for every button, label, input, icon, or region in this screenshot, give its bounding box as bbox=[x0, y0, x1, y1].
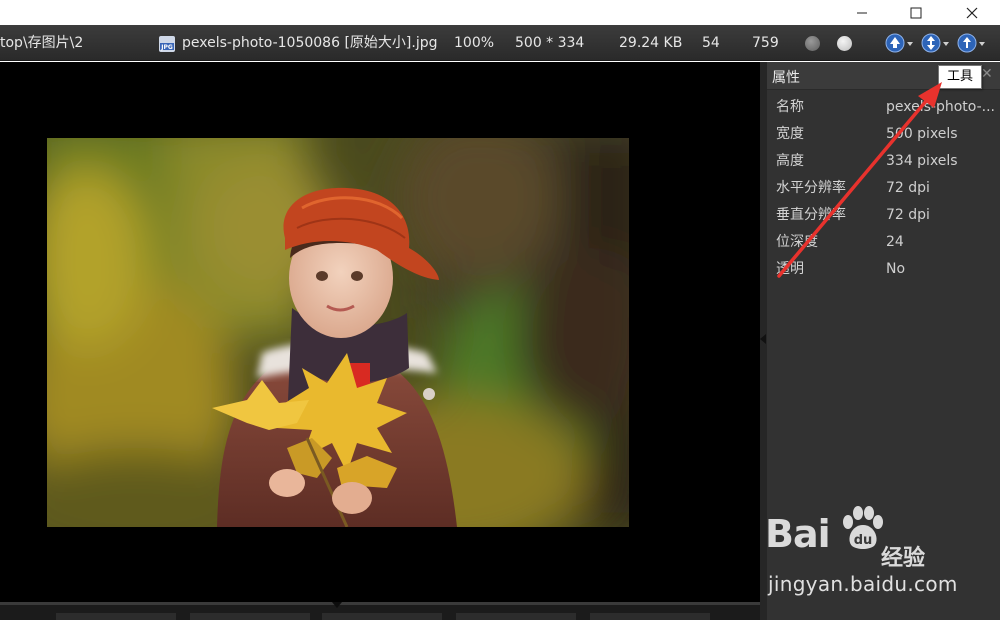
property-value: No bbox=[886, 261, 906, 277]
watermark-url: jingyan.baidu.com bbox=[768, 572, 958, 596]
watermark-logo: Bai bbox=[765, 512, 831, 556]
property-key: 宽度 bbox=[776, 126, 804, 142]
baidu-watermark: Bai du 经验 jingyan.baidu.com bbox=[765, 506, 997, 602]
maximize-icon bbox=[910, 7, 922, 18]
property-row[interactable]: 水平分辨率 72 dpi bbox=[767, 175, 1000, 202]
info-value-b: 759 bbox=[752, 35, 779, 51]
zoom-level: 100% bbox=[454, 35, 495, 51]
next-icon[interactable] bbox=[920, 32, 950, 54]
window-titlebar bbox=[0, 0, 1000, 25]
panel-title: 属性 bbox=[772, 70, 800, 86]
property-key: 透明 bbox=[776, 261, 804, 277]
close-button[interactable] bbox=[950, 0, 994, 25]
watermark-logo-tail: 经验 bbox=[881, 546, 926, 571]
property-key: 垂直分辨率 bbox=[776, 207, 846, 223]
property-key: 名称 bbox=[776, 99, 804, 115]
file-name: pexels-photo-1050086 [原始大小].jpg bbox=[182, 35, 438, 51]
svg-text:JPG: JPG bbox=[160, 44, 173, 51]
property-row[interactable]: 垂直分辨率 72 dpi bbox=[767, 202, 1000, 229]
tools-tooltip: 工具 bbox=[938, 65, 982, 89]
property-row[interactable]: 宽度 500 pixels bbox=[767, 121, 1000, 148]
maximize-button[interactable] bbox=[894, 0, 938, 25]
image-dimensions: 500 * 334 bbox=[515, 35, 585, 51]
info-value-a: 54 bbox=[702, 35, 720, 51]
property-value: 500 pixels bbox=[886, 126, 958, 142]
indicator-dot-icon[interactable] bbox=[805, 36, 820, 51]
property-row[interactable]: 高度 334 pixels bbox=[767, 148, 1000, 175]
image-viewer[interactable] bbox=[0, 62, 760, 602]
property-row[interactable]: 位深度 24 bbox=[767, 229, 1000, 256]
property-value: 72 dpi bbox=[886, 180, 930, 196]
property-value: 72 dpi bbox=[886, 207, 930, 223]
previous-icon[interactable] bbox=[884, 32, 914, 54]
property-key: 高度 bbox=[776, 153, 804, 169]
info-icon[interactable] bbox=[956, 32, 986, 54]
photo-image bbox=[47, 138, 629, 527]
svg-text:du: du bbox=[854, 533, 873, 548]
collapse-arrow-icon[interactable] bbox=[332, 602, 342, 608]
indicator-dot-icon[interactable] bbox=[837, 36, 852, 51]
minimize-icon bbox=[857, 12, 867, 13]
thumbnail-strip[interactable] bbox=[0, 602, 760, 620]
file-size: 29.24 KB bbox=[619, 35, 683, 51]
property-key: 位深度 bbox=[776, 234, 818, 250]
minimize-button[interactable] bbox=[840, 0, 884, 25]
panel-close-icon[interactable]: ✕ bbox=[981, 66, 993, 82]
jpg-file-icon: JPG bbox=[159, 36, 175, 52]
image-info-bar: top\存图片\2 JPG pexels-photo-1050086 [原始大小… bbox=[0, 25, 1000, 61]
property-value: pexels-photo-... bbox=[886, 99, 995, 115]
property-row[interactable]: 透明 No bbox=[767, 256, 1000, 283]
close-icon bbox=[966, 7, 978, 18]
property-value: 334 pixels bbox=[886, 153, 958, 169]
paw-icon: du bbox=[843, 506, 883, 549]
property-value: 24 bbox=[886, 234, 904, 250]
splitter-arrow-icon[interactable] bbox=[760, 334, 766, 344]
property-row[interactable]: 名称 pexels-photo-... bbox=[767, 94, 1000, 121]
property-key: 水平分辨率 bbox=[776, 180, 846, 196]
displayed-photo bbox=[47, 138, 629, 527]
folder-path[interactable]: top\存图片\2 bbox=[0, 25, 83, 61]
